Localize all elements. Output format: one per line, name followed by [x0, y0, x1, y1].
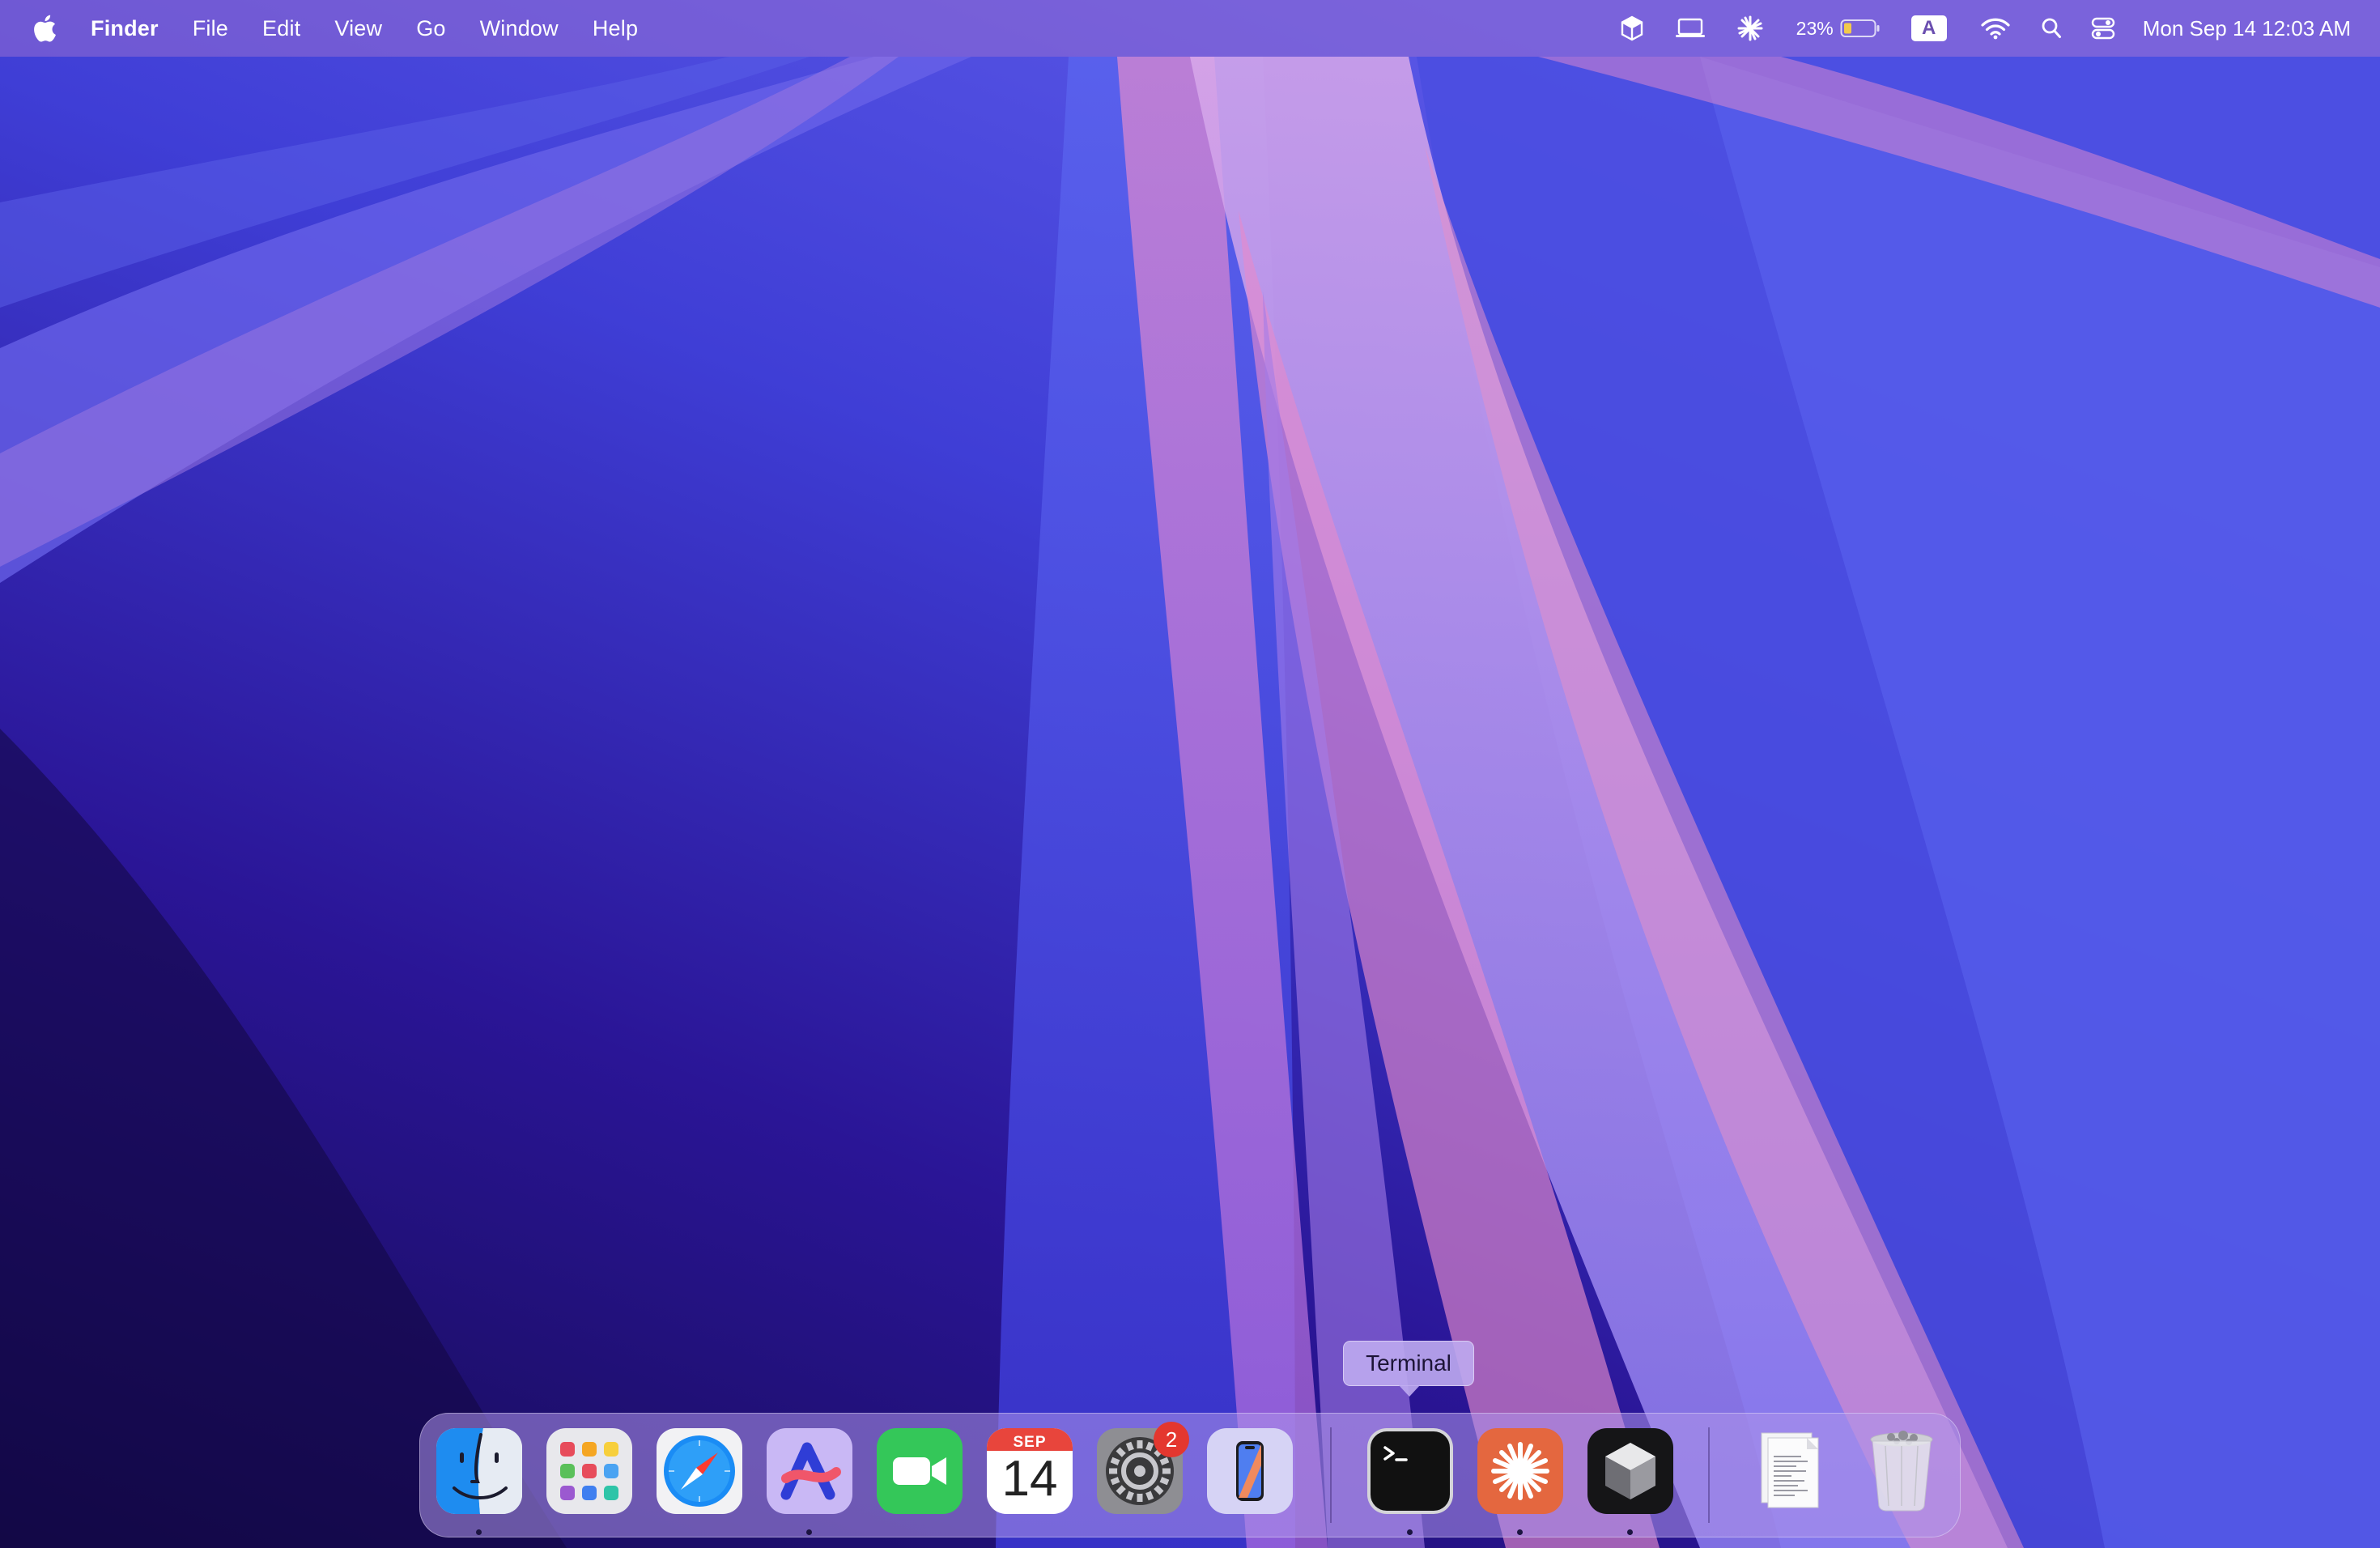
- facetime-icon[interactable]: [877, 1428, 963, 1514]
- iphone-mirroring-icon[interactable]: [1207, 1428, 1293, 1514]
- menu-edit[interactable]: Edit: [262, 16, 300, 41]
- menu-file[interactable]: File: [193, 16, 228, 41]
- safari-icon[interactable]: [657, 1428, 742, 1514]
- dock: [419, 1413, 1961, 1537]
- menu-app-name[interactable]: Finder: [91, 16, 159, 41]
- documents-stack-icon[interactable]: [1747, 1428, 1833, 1514]
- arc-running-indicator: [806, 1529, 812, 1535]
- display-status-icon[interactable]: [1675, 0, 1706, 57]
- menu-bar-clock[interactable]: Mon Sep 14 12:03 AM: [2143, 16, 2351, 41]
- apple-menu-icon[interactable]: [31, 12, 58, 45]
- cube-status-icon[interactable]: [1620, 0, 1644, 57]
- settings-notification-badge: 2: [1154, 1422, 1189, 1457]
- battery-icon[interactable]: [1840, 0, 1881, 57]
- desktop-wallpaper: [0, 0, 2380, 1548]
- terminal-running-indicator: [1407, 1529, 1413, 1535]
- dock-tooltip-arrow: [1399, 1385, 1420, 1397]
- menu-bar: Finder File Edit View Go Window Help 23%…: [0, 0, 2380, 57]
- menu-view[interactable]: View: [334, 16, 382, 41]
- finder-running-indicator: [476, 1529, 482, 1535]
- claude-running-indicator: [1517, 1529, 1523, 1535]
- menu-help[interactable]: Help: [593, 16, 638, 41]
- control-center-icon[interactable]: [2091, 0, 2115, 57]
- terminal-icon[interactable]: [1367, 1428, 1453, 1514]
- menu-go[interactable]: Go: [416, 16, 445, 41]
- finder-icon[interactable]: [436, 1428, 522, 1514]
- menu-window[interactable]: Window: [480, 16, 559, 41]
- dock-tooltip: Terminal: [1343, 1341, 1474, 1386]
- calendar-month: SEP: [1013, 1434, 1047, 1451]
- dock-separator-2: [1708, 1427, 1710, 1523]
- dock-separator: [1330, 1427, 1332, 1523]
- input-source-icon[interactable]: A: [1910, 0, 1947, 57]
- cube-app-running-indicator: [1627, 1529, 1633, 1535]
- input-source-label: A: [1910, 15, 1947, 41]
- trash-icon[interactable]: [1859, 1428, 1944, 1514]
- calendar-day: 14: [1001, 1451, 1058, 1507]
- arc-icon[interactable]: [767, 1428, 852, 1514]
- claude-status-icon[interactable]: [1736, 0, 1764, 57]
- battery-percentage: 23%: [1796, 17, 1834, 39]
- launchpad-icon[interactable]: [546, 1428, 632, 1514]
- cube-app-icon[interactable]: [1587, 1428, 1673, 1514]
- claude-icon[interactable]: [1477, 1428, 1563, 1514]
- wifi-icon[interactable]: [1981, 0, 2010, 57]
- spotlight-search-icon[interactable]: [2041, 0, 2062, 57]
